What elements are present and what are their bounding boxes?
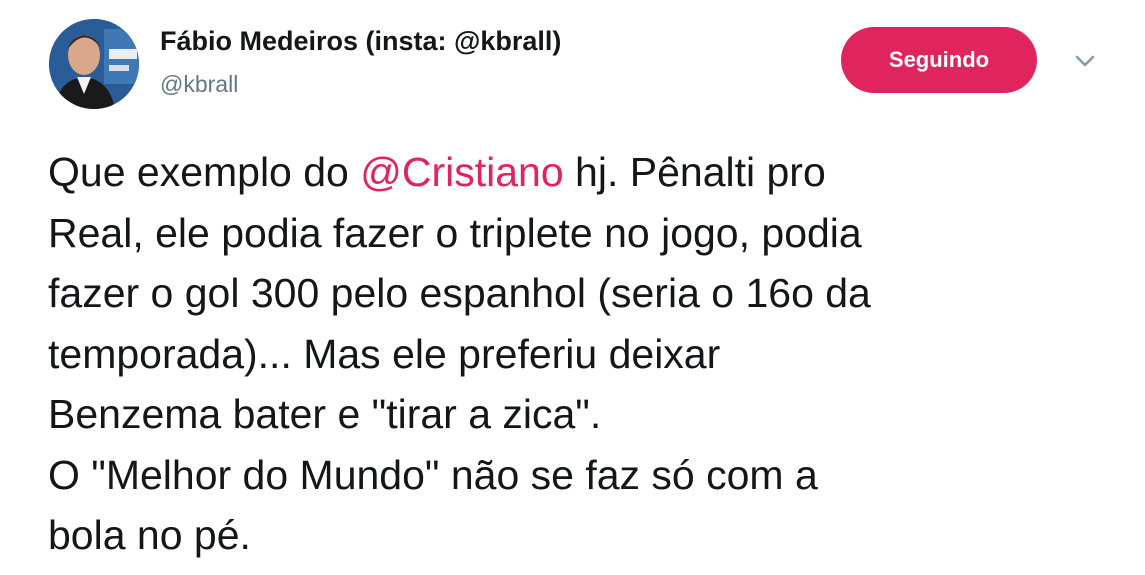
profile-photo [49,19,139,109]
author-display-name[interactable]: Fábio Medeiros (insta: @kbrall) [160,26,561,57]
tweet-line: Que exemplo do @Cristiano hj. Pênalti pr… [48,142,1128,203]
tweet-line: temporada)... Mas ele preferiu deixar [48,330,721,377]
tweet-text-segment: Que exemplo do [48,149,361,195]
tweet-line: bola no pé. [48,512,251,558]
following-button[interactable]: Seguindo [841,27,1037,93]
tweet-text: Que exemplo do @Cristiano hj. Pênalti pr… [48,142,1128,566]
tweet-line: O "Melhor do Mundo" não se faz só com a [48,451,818,498]
mention-link[interactable]: @Cristiano [360,149,563,195]
tweet-line: fazer o gol 300 pelo espanhol (seria o 1… [48,270,871,316]
tweet-text-segment: hj. Pênalti pro [563,149,826,195]
tweet-line: Benzema bater e "tirar a zica". [48,391,602,437]
tweet-line: Real, ele podia fazer o triplete no jogo… [48,209,862,256]
author-handle[interactable]: @kbrall [160,71,238,98]
avatar[interactable] [49,19,139,109]
tweet-card: Fábio Medeiros (insta: @kbrall) @kbrall … [0,0,1145,575]
chevron-down-icon[interactable] [1071,50,1099,72]
